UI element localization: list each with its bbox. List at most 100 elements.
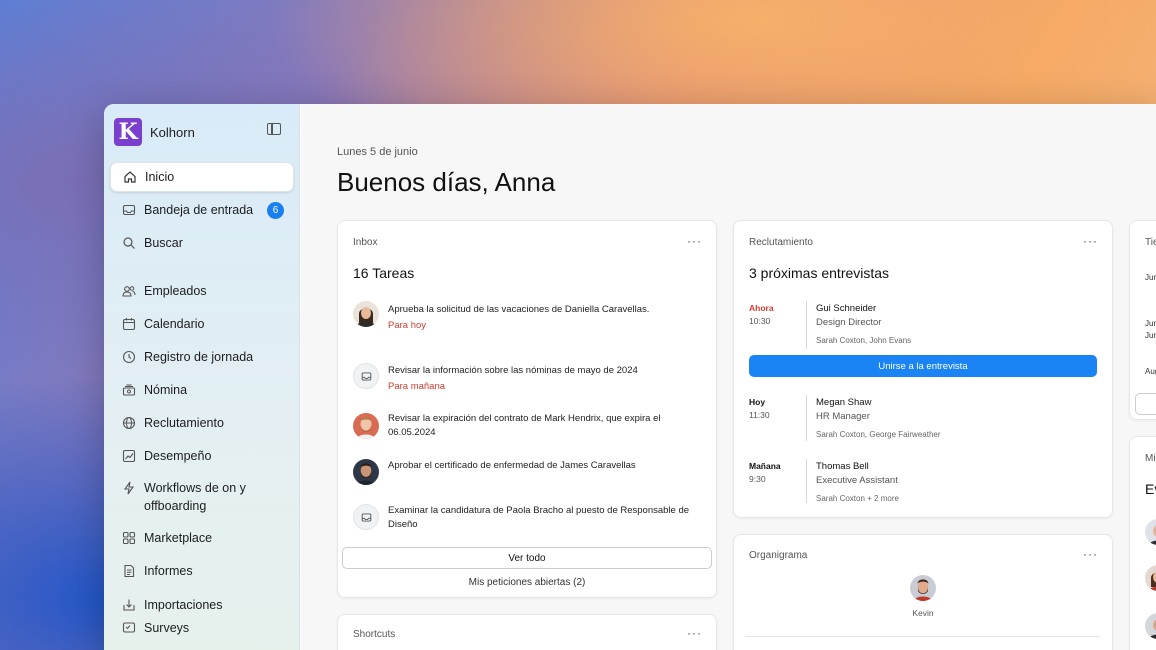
interviewers: Sarah Coxton, John Evans bbox=[816, 336, 912, 345]
globe-icon bbox=[122, 416, 136, 430]
sidebar-item-label: Bandeja de entrada bbox=[144, 203, 254, 217]
sidebar-item-label: Registro de jornada bbox=[144, 350, 254, 364]
recruitment-card: Reclutamiento ··· 3 próximas entrevistas… bbox=[733, 220, 1113, 518]
search-icon bbox=[122, 236, 136, 250]
task-text: Aprueba la solicitud de las vacaciones d… bbox=[388, 304, 650, 315]
candidate-name: Megan Shaw bbox=[816, 397, 872, 408]
more-options-icon[interactable]: ··· bbox=[1083, 547, 1098, 561]
sidebar-item-label: Buscar bbox=[144, 236, 183, 250]
card-button[interactable] bbox=[1135, 393, 1156, 415]
card-title: 16 Tareas bbox=[353, 265, 415, 281]
calendar-icon bbox=[122, 317, 136, 331]
sidebar-item-label: Inicio bbox=[145, 170, 175, 184]
avatar bbox=[353, 413, 379, 439]
interview-item[interactable]: Ahora 10:30 Gui Schneider Design Directo… bbox=[749, 301, 1099, 349]
card-label: Shortcuts bbox=[353, 629, 396, 640]
task-due: Para mañana bbox=[388, 381, 446, 392]
sidebar-item-nomina[interactable]: Nómina bbox=[110, 375, 294, 405]
more-options-icon[interactable]: ··· bbox=[687, 626, 702, 640]
interview-time: 10:30 bbox=[749, 316, 771, 326]
home-icon bbox=[123, 170, 137, 184]
date-label: Aug bbox=[1145, 367, 1156, 376]
task-text: Examinar la candidatura de Paola Bracho … bbox=[388, 505, 690, 530]
task-item[interactable]: Aprueba la solicitud de las vacaciones d… bbox=[353, 301, 698, 341]
inbox-card: Inbox ··· 16 Tareas Aprueba la solicitud… bbox=[337, 220, 717, 598]
task-text: Aprobar el certificado de enfermedad de … bbox=[388, 460, 636, 471]
interviewers: Sarah Coxton + 2 more bbox=[816, 494, 899, 503]
interview-time: 9:30 bbox=[749, 474, 766, 484]
my-events-card: Mi Ev bbox=[1129, 436, 1156, 650]
sidebar-item-surveys[interactable]: Surveys bbox=[110, 613, 294, 643]
payroll-icon bbox=[122, 383, 136, 397]
interview-when: Ahora bbox=[749, 303, 774, 313]
sidebar-item-registro[interactable]: Registro de jornada bbox=[110, 342, 294, 372]
interview-item[interactable]: Mañana 9:30 Thomas Bell Executive Assist… bbox=[749, 459, 1099, 505]
interview-when: Mañana bbox=[749, 461, 781, 471]
date-label: Jun bbox=[1145, 331, 1156, 340]
task-item[interactable]: Revisar la información sobre las nóminas… bbox=[353, 363, 698, 403]
candidate-role: HR Manager bbox=[816, 411, 870, 422]
open-requests-link[interactable]: Mis peticiones abiertas (2) bbox=[338, 577, 716, 588]
clock-icon bbox=[122, 350, 136, 364]
join-interview-button[interactable]: Unirse a la entrevista bbox=[749, 355, 1097, 377]
sidebar-toggle-icon[interactable] bbox=[267, 123, 281, 135]
current-date: Lunes 5 de junio bbox=[337, 146, 418, 158]
avatar[interactable] bbox=[910, 575, 936, 601]
sidebar-item-reclutamiento[interactable]: Reclutamiento bbox=[110, 408, 294, 438]
interview-when: Hoy bbox=[749, 397, 766, 407]
avatar bbox=[1145, 613, 1156, 639]
app-window: K Kolhorn Inicio Bandeja de entrada 6 Bu… bbox=[104, 104, 1156, 650]
document-icon bbox=[122, 564, 136, 578]
sidebar-item-informes[interactable]: Informes bbox=[110, 556, 294, 586]
time-off-card: Tie Jun Jun Jun Aug bbox=[1129, 220, 1156, 420]
card-title: Ev bbox=[1145, 481, 1156, 497]
sidebar-item-label: Desempeño bbox=[144, 449, 212, 463]
sidebar-item-empleados[interactable]: Empleados bbox=[110, 276, 294, 306]
view-all-button[interactable]: Ver todo bbox=[342, 547, 712, 569]
brand-name: Kolhorn bbox=[150, 124, 195, 140]
main-content: Lunes 5 de junio Buenos días, Anna Inbox… bbox=[301, 104, 1156, 650]
shortcuts-card: Shortcuts ··· bbox=[337, 614, 717, 650]
sidebar-item-buscar[interactable]: Buscar bbox=[110, 228, 294, 258]
sidebar-item-calendario[interactable]: Calendario bbox=[110, 309, 294, 339]
more-options-icon[interactable]: ··· bbox=[687, 234, 702, 248]
inbox-icon bbox=[353, 504, 379, 530]
divider bbox=[746, 636, 1100, 637]
interview-item[interactable]: Hoy 11:30 Megan Shaw HR Manager Sarah Co… bbox=[749, 395, 1099, 441]
candidate-role: Executive Assistant bbox=[816, 475, 898, 486]
org-person-name: Kevin bbox=[912, 608, 934, 618]
sidebar-item-desempeno[interactable]: Desempeño bbox=[110, 441, 294, 471]
avatar bbox=[353, 459, 379, 485]
brand[interactable]: K Kolhorn bbox=[114, 118, 195, 146]
task-item[interactable]: Revisar la expiración del contrato de Ma… bbox=[353, 411, 698, 445]
avatar bbox=[1145, 565, 1156, 591]
grid-icon bbox=[122, 531, 136, 545]
interview-time: 11:30 bbox=[749, 410, 770, 420]
card-title: 3 próximas entrevistas bbox=[749, 265, 890, 281]
task-item[interactable]: Aprobar el certificado de enfermedad de … bbox=[353, 457, 698, 489]
brand-logo: K bbox=[114, 118, 142, 146]
sidebar-item-label: Workflows de on y offboarding bbox=[144, 481, 246, 513]
more-options-icon[interactable]: ··· bbox=[1083, 234, 1098, 248]
sidebar-item-label: Empleados bbox=[144, 284, 207, 298]
sidebar-item-label: Informes bbox=[144, 564, 193, 578]
divider bbox=[806, 395, 807, 441]
divider bbox=[806, 301, 807, 349]
sidebar-item-bandeja[interactable]: Bandeja de entrada 6 bbox=[110, 195, 294, 225]
chart-icon bbox=[122, 449, 136, 463]
people-icon bbox=[122, 284, 136, 298]
card-label: Inbox bbox=[353, 237, 378, 248]
org-chart-card: Organigrama ··· Kevin bbox=[733, 534, 1113, 650]
page-title: Buenos días, Anna bbox=[337, 167, 556, 197]
sidebar-item-label: Reclutamiento bbox=[144, 416, 224, 430]
sidebar-item-inicio[interactable]: Inicio bbox=[110, 162, 294, 192]
sidebar-item-marketplace[interactable]: Marketplace bbox=[110, 523, 294, 553]
task-text: Revisar la información sobre las nóminas… bbox=[388, 365, 638, 376]
date-label: Jun bbox=[1145, 319, 1156, 328]
task-item[interactable]: Examinar la candidatura de Paola Bracho … bbox=[353, 503, 698, 539]
task-due: Para hoy bbox=[388, 320, 427, 331]
candidate-name: Thomas Bell bbox=[816, 461, 869, 472]
import-icon bbox=[122, 598, 136, 612]
card-label: Reclutamiento bbox=[749, 237, 813, 248]
sidebar-item-workflows[interactable]: Workflows de on y offboarding bbox=[110, 477, 294, 517]
